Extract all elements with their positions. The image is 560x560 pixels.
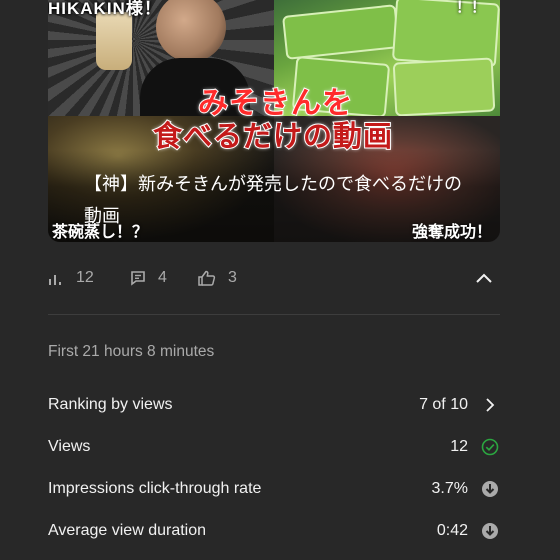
video-title[interactable]: 【神】新みそきんが発売したので食べるだけの動画 [84,168,464,232]
likes-stat: 3 [198,266,237,290]
section-divider [48,314,500,315]
thumbnail-top-caption: HIKAKIN様！ [48,0,162,18]
metric-row-ctr: Impressions click-through rate 3.7% [48,478,500,502]
comments-count: 4 [158,269,167,286]
check-circle-icon [481,438,499,456]
down-arrow-circle-icon [482,481,498,497]
thumbnail-banner-line2: 食べるだけの動画 [152,120,394,154]
metric-label: Average view duration [48,522,207,539]
chevron-up-icon[interactable] [474,268,494,288]
metric-value: 7 of 10 [419,396,468,413]
metric-label: Impressions click-through rate [48,480,262,497]
period-label: First 21 hours 8 minutes [48,343,215,360]
metric-row-ranking[interactable]: Ranking by views 7 of 10 [48,394,500,418]
cup-image [96,12,132,70]
metric-row-views: Views 12 [48,436,500,460]
package-image [392,57,496,116]
comments-stat: 4 [130,266,167,290]
video-stats-row: 12 4 3 [48,266,500,290]
likes-count: 3 [228,269,237,286]
metric-value: 0:42 [436,522,468,539]
metric-label: Views [48,438,91,455]
views-stat: 12 [48,266,94,290]
thumbs-up-icon [198,270,216,286]
video-thumbnail[interactable]: HIKAKIN様！ ！！ みそきんを 食べるだけの動画 茶碗蒸し！？ 強奪成功！… [48,0,500,242]
metric-row-avg-duration: Average view duration 0:42 [48,520,500,544]
thumbnail-top-caption-right: ！！ [455,0,486,16]
metric-value: 3.7% [431,480,468,497]
metric-label: Ranking by views [48,396,173,413]
package-image [282,4,400,60]
metric-value: 12 [450,438,468,455]
views-count: 12 [76,269,94,286]
comment-icon [131,271,145,286]
chevron-right-icon[interactable] [480,395,500,415]
down-arrow-circle-icon [482,523,498,539]
bar-chart-icon [49,275,61,285]
person-head-image [156,0,226,62]
